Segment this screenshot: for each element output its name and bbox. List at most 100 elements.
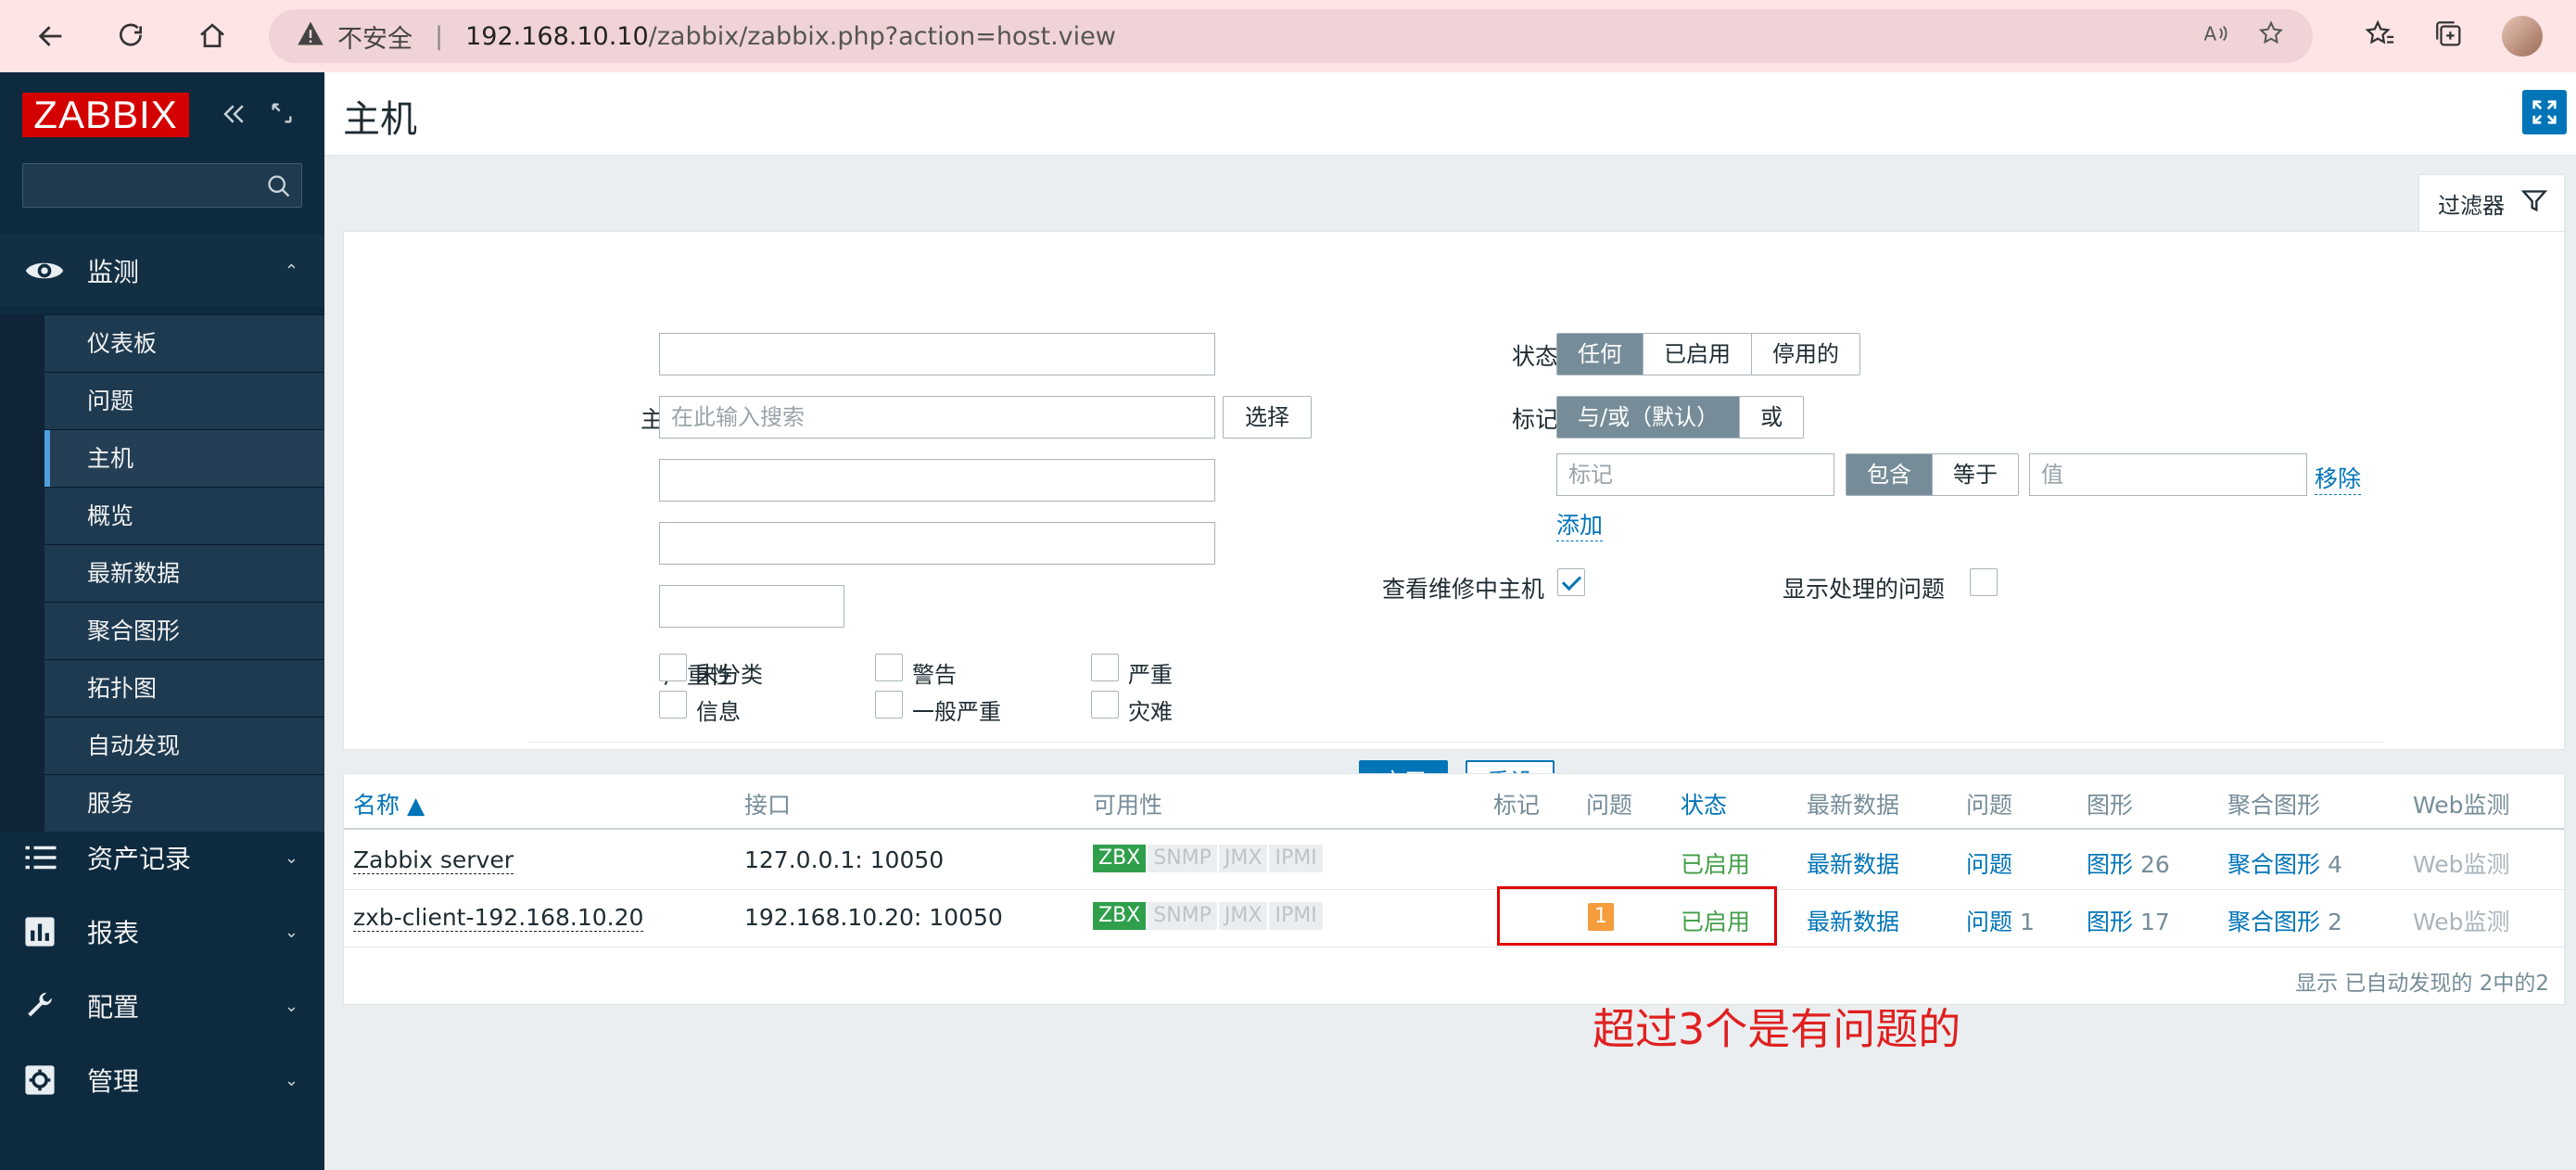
- problems-link[interactable]: 问题 1: [1966, 904, 2035, 937]
- filter-panel: 名称 主机群组 在此输入搜索 选择 IP地址 DNS 端口 严重性 未分类 警告…: [343, 231, 2565, 805]
- availability-snmp: SNMP: [1148, 902, 1217, 930]
- fullscreen-button[interactable]: [2522, 90, 2567, 134]
- port-input[interactable]: [659, 585, 844, 628]
- latest-data-link[interactable]: 最新数据: [1807, 846, 1899, 880]
- availability-zbx: ZBX: [1093, 902, 1147, 930]
- filter-icon: [2520, 188, 2548, 220]
- filter-tab[interactable]: 过滤器: [2418, 174, 2565, 232]
- screens-link[interactable]: 聚合图形 2: [2227, 904, 2342, 937]
- availability-ipmi: IPMI: [1269, 845, 1323, 872]
- filter-divider: [529, 742, 2383, 743]
- wrench-icon: [24, 990, 72, 1022]
- column-header-status[interactable]: 状态: [1681, 787, 1727, 820]
- sidebar-item-problems[interactable]: 问题: [44, 372, 324, 429]
- column-header-web: Web监测: [2413, 792, 2510, 819]
- browser-toolbar: 不安全 | 192.168.10.10/zabbix/zabbix.php?ac…: [0, 0, 2576, 72]
- url-text: 192.168.10.10/zabbix/zabbix.php?action=h…: [465, 21, 1116, 51]
- search-icon[interactable]: [266, 173, 292, 203]
- host-name-link[interactable]: zxb-client-192.168.10.20: [353, 904, 644, 932]
- graphs-link[interactable]: 图形 17: [2087, 904, 2170, 937]
- column-header-graphs: 图形: [2087, 792, 2134, 819]
- maintenance-checkbox[interactable]: [1557, 568, 1585, 596]
- severity-checkbox-not-classified[interactable]: [659, 654, 687, 681]
- severity-checkbox-disaster[interactable]: [1091, 691, 1119, 719]
- read-aloud-icon[interactable]: A: [2202, 19, 2229, 54]
- menu-monitoring[interactable]: 监测 ⌃: [0, 235, 324, 307]
- severity-label-warning: 警告: [912, 662, 957, 688]
- tag-name-input[interactable]: 标记: [1556, 453, 1834, 496]
- sidebar-item-dashboard[interactable]: 仪表板: [44, 314, 324, 372]
- host-status-link[interactable]: 已启用: [1681, 846, 1750, 880]
- profile-avatar[interactable]: [2502, 16, 2543, 57]
- menu-inventory[interactable]: 资产记录 ⌄: [0, 821, 324, 894]
- main-content: 主机 过滤器 名称 主机群组 在此输入搜索 选择 IP地址 DNS 端口 严重性…: [324, 72, 2576, 1170]
- status-enabled-option[interactable]: 已启用: [1643, 334, 1752, 375]
- name-input[interactable]: [659, 333, 1215, 375]
- page-title: 主机: [343, 98, 417, 141]
- status-disabled-option[interactable]: 停用的: [1752, 334, 1859, 375]
- sidebar-item-overview[interactable]: 概览: [44, 487, 324, 544]
- sidebar-item-maps[interactable]: 拓扑图: [44, 659, 324, 717]
- severity-checkbox-information[interactable]: [659, 691, 687, 719]
- menu-monitoring-label: 监测: [87, 257, 140, 287]
- tag-operator-and-or[interactable]: 与/或（默认）: [1557, 397, 1741, 438]
- screens-link[interactable]: 聚合图形 4: [2227, 846, 2342, 880]
- remove-tag-link[interactable]: 移除: [2315, 461, 2362, 495]
- add-tag-link[interactable]: 添加: [1556, 507, 1604, 541]
- menu-administration[interactable]: 管理 ⌄: [0, 1044, 324, 1116]
- dns-input[interactable]: [659, 522, 1215, 565]
- address-bar[interactable]: 不安全 | 192.168.10.10/zabbix/zabbix.php?ac…: [269, 9, 2313, 63]
- column-header-latest-data: 最新数据: [1807, 792, 1900, 819]
- add-favorite-icon[interactable]: [2257, 19, 2285, 54]
- column-header-name[interactable]: 名称 ▲: [353, 787, 425, 820]
- kiosk-mode-icon[interactable]: [269, 100, 295, 132]
- zabbix-logo[interactable]: ZABBIX: [22, 93, 189, 137]
- sidebar-item-latest-data[interactable]: 最新数据: [44, 544, 324, 602]
- maintenance-label: 查看维修中主机: [1382, 576, 1545, 603]
- sidebar-search-input[interactable]: [22, 163, 302, 208]
- severity-label-not-classified: 未分类: [696, 662, 763, 688]
- tag-value-input[interactable]: 值: [2029, 453, 2307, 496]
- column-header-availability: 可用性: [1093, 792, 1163, 819]
- sidebar-item-hosts[interactable]: 主机: [44, 429, 324, 488]
- host-name-link[interactable]: Zabbix server: [353, 846, 514, 874]
- hostgroup-input[interactable]: 在此输入搜索: [659, 396, 1215, 439]
- host-interface: 192.168.10.20: 10050: [744, 904, 1003, 931]
- column-header-problems-link: 问题: [1966, 792, 2013, 819]
- collapse-sidebar-icon[interactable]: [221, 100, 248, 132]
- menu-configuration-label: 配置: [87, 992, 140, 1023]
- back-button[interactable]: [23, 8, 79, 64]
- availability-jmx: JMX: [1218, 902, 1268, 930]
- chevron-up-icon: ⌃: [284, 261, 298, 281]
- severity-checkbox-warning[interactable]: [875, 654, 903, 681]
- hosts-table: 名称 ▲ 接口 可用性 标记 问题 状态 最新数据 问题 图形 聚合图形 Web…: [343, 773, 2565, 1005]
- filter-tab-label: 过滤器: [2438, 193, 2505, 219]
- tag-operator-or[interactable]: 或: [1740, 397, 1804, 438]
- suppressed-checkbox[interactable]: [1970, 568, 1998, 596]
- menu-reports-label: 报表: [87, 918, 140, 948]
- sidebar: ZABBIX 监测 ⌃ 仪表板 问题 主机 概览 最新数据 聚合图形 拓扑图 自…: [0, 72, 324, 1170]
- reload-button[interactable]: [103, 8, 159, 64]
- ip-input[interactable]: [659, 459, 1215, 502]
- chevron-down-icon: ⌄: [284, 922, 298, 942]
- menu-reports[interactable]: 报表 ⌄: [0, 896, 324, 968]
- tag-condition-contains[interactable]: 包含: [1846, 454, 1933, 495]
- sidebar-item-screens[interactable]: 聚合图形: [44, 602, 324, 659]
- menu-configuration[interactable]: 配置 ⌄: [0, 970, 324, 1042]
- sidebar-item-discovery[interactable]: 自动发现: [44, 717, 324, 774]
- tag-condition-equals[interactable]: 等于: [1933, 454, 2018, 495]
- collections-icon[interactable]: [2433, 19, 2465, 54]
- severity-checkbox-average[interactable]: [875, 691, 903, 719]
- graphs-link[interactable]: 图形 26: [2087, 846, 2170, 880]
- table-footer-count: 显示 已自动发现的 2中的2: [2295, 972, 2549, 996]
- latest-data-link[interactable]: 最新数据: [1807, 904, 1899, 937]
- favorites-icon[interactable]: [2365, 19, 2396, 54]
- severity-checkbox-high[interactable]: [1091, 654, 1119, 681]
- menu-administration-label: 管理: [87, 1066, 140, 1097]
- problems-link[interactable]: 问题: [1966, 846, 2012, 880]
- select-hostgroup-button[interactable]: 选择: [1223, 396, 1312, 439]
- home-button[interactable]: [184, 8, 240, 64]
- availability-jmx: JMX: [1218, 845, 1268, 872]
- status-any-option[interactable]: 任何: [1557, 334, 1643, 375]
- warning-icon: [297, 20, 324, 53]
